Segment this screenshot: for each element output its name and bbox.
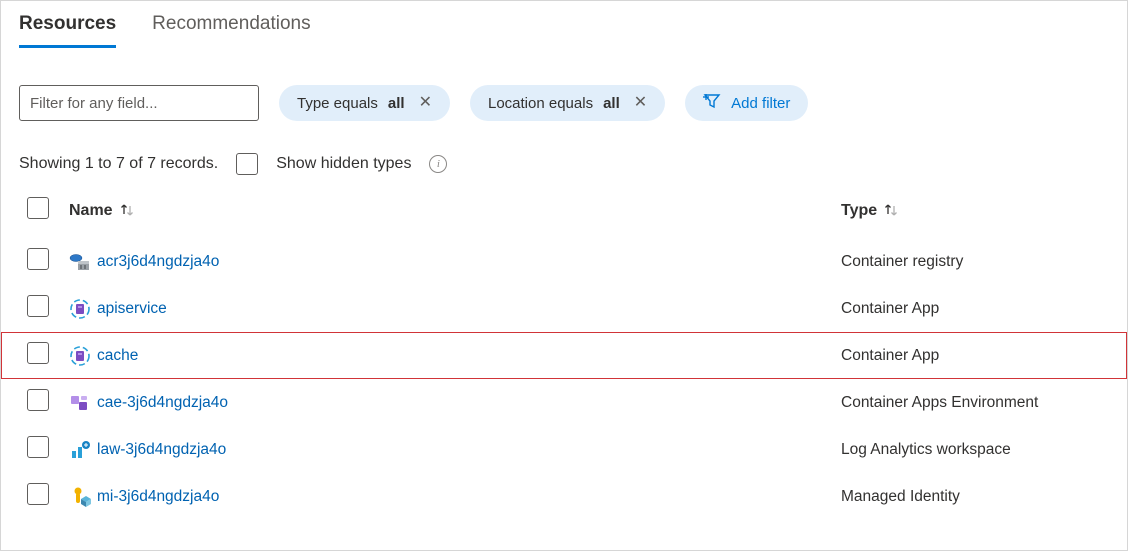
table-row: mi-3j6d4ngdzja4o Managed Identity	[1, 473, 1127, 520]
row-checkbox[interactable]	[27, 342, 49, 364]
tab-recommendations[interactable]: Recommendations	[152, 7, 310, 48]
row-checkbox[interactable]	[27, 483, 49, 505]
add-filter-button[interactable]: Add filter	[685, 85, 808, 121]
resource-type: Container App	[841, 300, 1109, 318]
row-checkbox[interactable]	[27, 248, 49, 270]
close-icon[interactable]: ✕	[634, 95, 647, 111]
column-header-type-label: Type	[841, 202, 877, 220]
table-header: Name Type	[1, 189, 1127, 238]
resource-link[interactable]: acr3j6d4ngdzja4o	[97, 253, 219, 271]
status-row: Showing 1 to 7 of 7 records. Show hidden…	[1, 121, 1127, 189]
resource-link[interactable]: cache	[97, 347, 138, 365]
filter-chip-location[interactable]: Location equals all ✕	[470, 85, 665, 121]
table-row: cae-3j6d4ngdzja4o Container Apps Environm…	[1, 379, 1127, 426]
resource-icon	[69, 392, 91, 414]
table-row: acr3j6d4ngdzja4o Container registry	[1, 238, 1127, 285]
resource-type: Log Analytics workspace	[841, 441, 1109, 459]
resource-link[interactable]: mi-3j6d4ngdzja4o	[97, 488, 219, 506]
select-all-checkbox[interactable]	[27, 197, 49, 219]
filter-chip-type-value: all	[388, 95, 405, 112]
record-count: Showing 1 to 7 of 7 records.	[19, 155, 218, 173]
resource-type: Container Apps Environment	[841, 394, 1109, 412]
filter-chip-type-label: Type equals	[297, 95, 378, 112]
show-hidden-checkbox[interactable]	[236, 153, 258, 175]
table-row: cache Container App	[1, 332, 1127, 379]
resource-icon	[69, 486, 91, 508]
tab-strip: Resources Recommendations	[1, 1, 1127, 49]
tab-resources[interactable]: Resources	[19, 7, 116, 48]
resource-icon	[69, 298, 91, 320]
filter-row: Type equals all ✕ Location equals all ✕ …	[1, 49, 1127, 121]
resource-type: Container App	[841, 347, 1109, 365]
resources-panel: Resources Recommendations Type equals al…	[0, 0, 1128, 551]
resource-link[interactable]: apiservice	[97, 300, 167, 318]
table-body: acr3j6d4ngdzja4o Container registry apiser…	[1, 238, 1127, 520]
column-header-name-label: Name	[69, 202, 113, 220]
resource-type: Container registry	[841, 253, 1109, 271]
row-checkbox[interactable]	[27, 436, 49, 458]
resource-type: Managed Identity	[841, 488, 1109, 506]
filter-chip-location-value: all	[603, 95, 620, 112]
resource-icon	[69, 439, 91, 461]
resource-icon	[69, 345, 91, 367]
row-checkbox[interactable]	[27, 295, 49, 317]
add-filter-icon	[703, 92, 725, 114]
row-checkbox[interactable]	[27, 389, 49, 411]
sort-icon	[119, 202, 135, 220]
sort-icon	[883, 202, 899, 220]
show-hidden-label: Show hidden types	[276, 155, 411, 173]
close-icon[interactable]: ✕	[419, 95, 432, 111]
resource-link[interactable]: cae-3j6d4ngdzja4o	[97, 394, 228, 412]
column-header-name[interactable]: Name	[69, 202, 827, 220]
add-filter-label: Add filter	[731, 95, 790, 112]
filter-input[interactable]	[19, 85, 259, 121]
column-header-type[interactable]: Type	[841, 202, 1109, 220]
table-row: apiservice Container App	[1, 285, 1127, 332]
resource-icon	[69, 251, 91, 273]
filter-chip-location-label: Location equals	[488, 95, 593, 112]
resource-link[interactable]: law-3j6d4ngdzja4o	[97, 441, 226, 459]
info-icon[interactable]: i	[429, 155, 447, 173]
table-row: law-3j6d4ngdzja4o Log Analytics workspace	[1, 426, 1127, 473]
filter-chip-type[interactable]: Type equals all ✕	[279, 85, 450, 121]
